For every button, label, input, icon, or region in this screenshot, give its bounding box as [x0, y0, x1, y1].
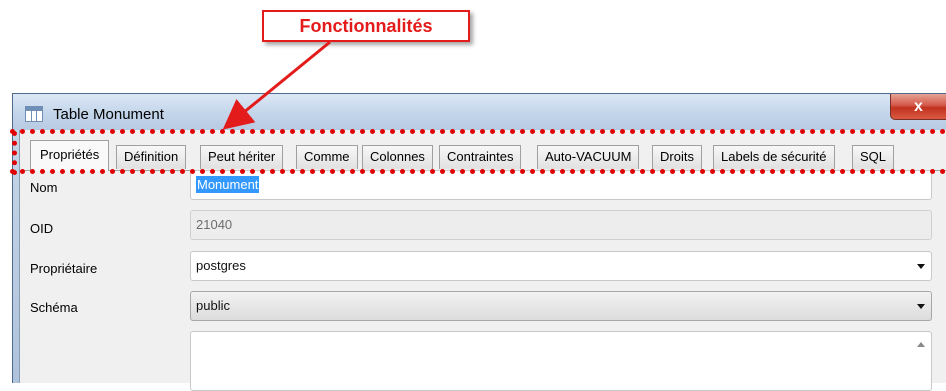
owner-label: Propriétaire	[30, 261, 98, 276]
tab-droits[interactable]: Droits	[652, 145, 702, 169]
table-properties-window: Table Monument x Propriétés Définition P…	[12, 93, 946, 391]
tab-definition[interactable]: Définition	[116, 145, 187, 169]
chevron-down-icon	[917, 304, 925, 309]
annotation-label: Fonctionnalités	[299, 15, 433, 36]
name-label: Nom	[30, 180, 58, 195]
name-value: Monument	[196, 176, 260, 193]
oid-value: 21040	[196, 217, 233, 232]
comment-textarea[interactable]	[190, 331, 932, 391]
tab-labels-securite[interactable]: Labels de sécurité	[713, 145, 835, 169]
schema-label: Schéma	[30, 300, 78, 315]
window-title: Table Monument	[53, 106, 164, 123]
scroll-up-icon[interactable]	[917, 342, 925, 347]
schema-combobox[interactable]: public	[190, 291, 932, 321]
oid-label: OID	[30, 221, 54, 236]
tab-contraintes[interactable]: Contraintes	[439, 145, 522, 169]
highlight-top-border	[10, 129, 946, 134]
tab-strip: Propriétés Définition Peut hériter Comme…	[20, 140, 946, 171]
table-icon	[25, 106, 43, 122]
highlight-left-border	[12, 131, 17, 175]
title-bar[interactable]: Table Monument x	[13, 94, 946, 130]
dialog-client-area: Propriétés Définition Peut hériter Comme…	[19, 130, 946, 391]
close-button[interactable]: x	[890, 94, 946, 120]
oid-field: 21040	[190, 210, 932, 240]
highlight-bottom-border	[10, 169, 946, 174]
tab-colonnes[interactable]: Colonnes	[362, 145, 433, 169]
annotation-callout: Fonctionnalités	[262, 10, 470, 42]
tab-proprietes[interactable]: Propriétés	[30, 140, 110, 171]
name-field[interactable]: Monument	[190, 170, 932, 200]
tab-auto-vacuum[interactable]: Auto-VACUUM	[537, 145, 640, 169]
tab-comme[interactable]: Comme	[296, 145, 358, 169]
chevron-down-icon	[917, 264, 925, 269]
tab-peut-heriter[interactable]: Peut hériter	[200, 145, 284, 169]
tab-sql[interactable]: SQL	[852, 145, 895, 169]
owner-combobox[interactable]: postgres	[190, 251, 932, 281]
owner-value: postgres	[196, 258, 246, 273]
close-icon: x	[914, 97, 923, 115]
schema-value: public	[196, 298, 230, 313]
